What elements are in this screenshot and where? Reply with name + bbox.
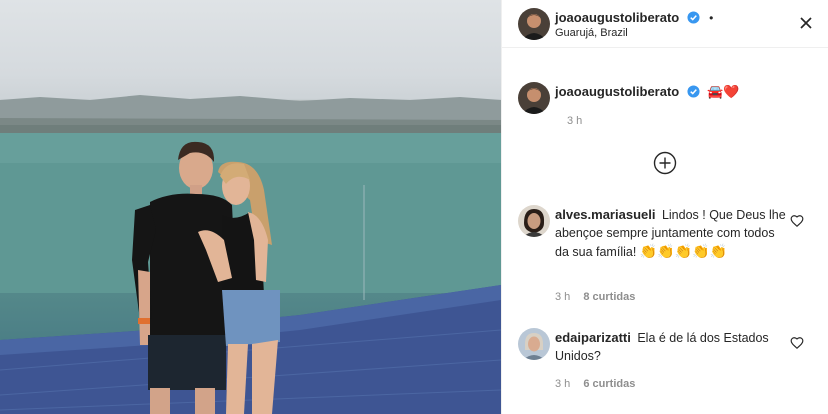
avatar-image (518, 328, 550, 360)
like-comment-button[interactable] (790, 214, 804, 228)
commenter-avatar[interactable] (518, 205, 550, 237)
header-title-row: joaoaugustoliberato • (555, 9, 713, 27)
caption-emoji: 🚘❤️ (707, 84, 740, 99)
comment-meta: 3 h 8 curtidas (555, 291, 645, 303)
post-photo-scene (0, 95, 501, 414)
comment-item: alves.mariasueli Lindos ! Que Deus lhe a… (518, 205, 818, 315)
like-comment-button[interactable] (790, 336, 804, 350)
header-separator-dot: • (709, 11, 714, 25)
commenter-avatar[interactable] (518, 328, 550, 360)
comment-body: alves.mariasueli Lindos ! Que Deus lhe a… (555, 206, 790, 261)
avatar-image (518, 205, 550, 237)
verified-badge-icon (687, 11, 700, 24)
comment-username[interactable]: edaiparizatti (555, 330, 631, 345)
load-more-comments-icon (653, 151, 677, 175)
author-avatar[interactable] (518, 8, 550, 40)
caption-text: joaoaugustoliberato 🚘❤️ (555, 83, 740, 101)
post-location[interactable]: Guarujá, Brazil (555, 27, 628, 39)
more-options-button[interactable] (798, 15, 814, 31)
more-options-icon (800, 17, 812, 29)
comment-body: edaiparizatti Ela é de lá dos Estados Un… (555, 329, 790, 365)
comment-timestamp[interactable]: 3 h (555, 291, 570, 303)
post-header: joaoaugustoliberato • Guarujá, Brazil (502, 0, 828, 48)
load-more-comments-button[interactable] (653, 151, 677, 175)
comment-meta: 3 h 6 curtidas (555, 378, 645, 390)
avatar-image (518, 8, 550, 40)
verified-badge-icon (687, 85, 700, 98)
avatar-image (518, 82, 550, 114)
comment-username[interactable]: alves.mariasueli (555, 207, 655, 222)
heart-outline-icon (790, 215, 804, 228)
comment-timestamp[interactable]: 3 h (555, 378, 570, 390)
heart-outline-icon (790, 337, 804, 350)
comment-emoji: 👏👏👏👏👏 (639, 243, 727, 259)
caption-username[interactable]: joaoaugustoliberato (555, 84, 679, 99)
post-details-panel: joaoaugustoliberato • Guarujá, Brazil jo… (502, 0, 828, 414)
caption-author-avatar[interactable] (518, 82, 550, 114)
comment-likes[interactable]: 8 curtidas (583, 291, 635, 303)
author-username[interactable]: joaoaugustoliberato (555, 10, 679, 25)
comment-likes[interactable]: 6 curtidas (583, 378, 635, 390)
post-photo[interactable] (0, 0, 501, 414)
caption-timestamp[interactable]: 3 h (567, 115, 582, 127)
comment-item: edaiparizatti Ela é de lá dos Estados Un… (518, 328, 818, 398)
